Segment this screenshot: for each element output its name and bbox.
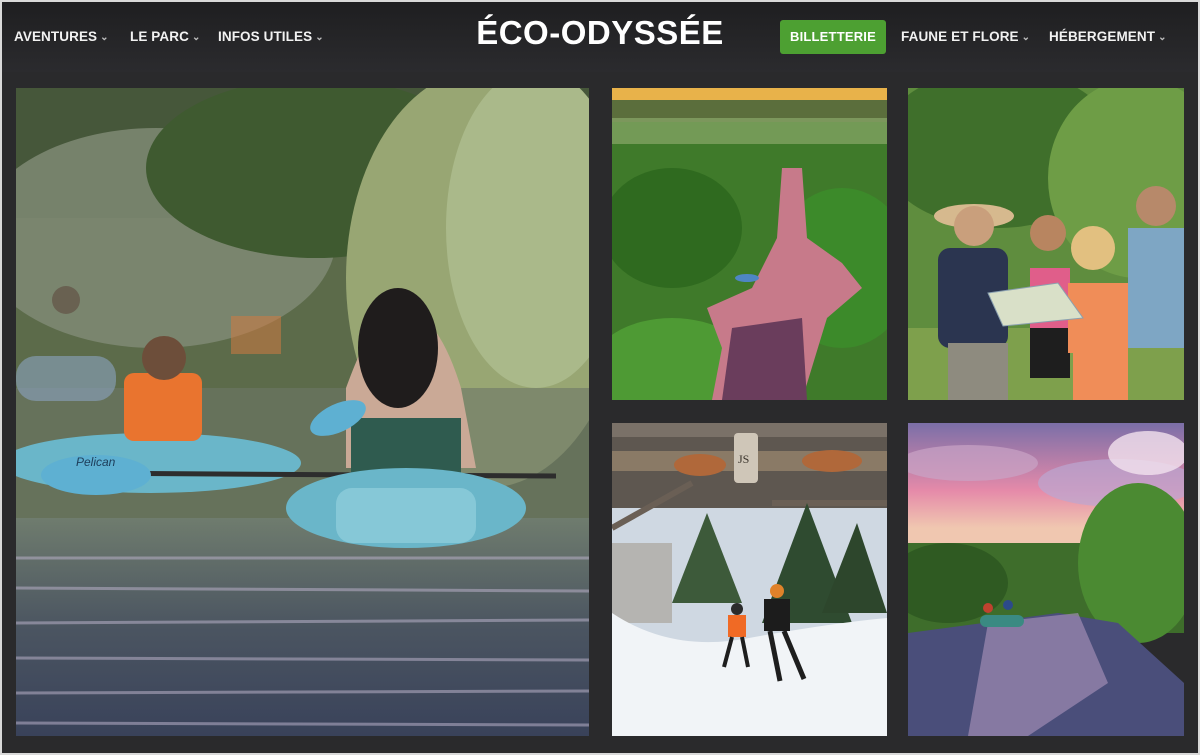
nav-item-label: FAUNE ET FLORE	[901, 29, 1019, 44]
marsh-aerial-photo[interactable]	[612, 88, 887, 400]
bridge-sign-text: JS	[738, 452, 749, 466]
kayak-brand-text: Pelican	[76, 455, 116, 469]
family-map-photo[interactable]	[908, 88, 1184, 400]
canoe-sunset-photo[interactable]	[908, 423, 1184, 736]
nav-item-label: HÉBERGEMENT	[1049, 29, 1156, 44]
top-navigation-bar: AVENTURES ⌄ LE PARC ⌄ INFOS UTILES ⌄ ÉCO-OD…	[0, 0, 1200, 72]
nav-item-faune-et-flore[interactable]: FAUNE ET FLORE ⌄	[901, 29, 1030, 44]
nav-item-hebergement[interactable]: HÉBERGEMENT ⌄	[1049, 29, 1167, 44]
skating-trail-photo[interactable]: JS	[612, 423, 887, 736]
chevron-down-icon: ⌄	[1158, 32, 1167, 43]
chevron-down-icon: ⌄	[1021, 32, 1031, 43]
kayaking-photo[interactable]: Pelican	[16, 88, 589, 736]
billetterie-button[interactable]: BILLETTERIE	[780, 20, 886, 54]
